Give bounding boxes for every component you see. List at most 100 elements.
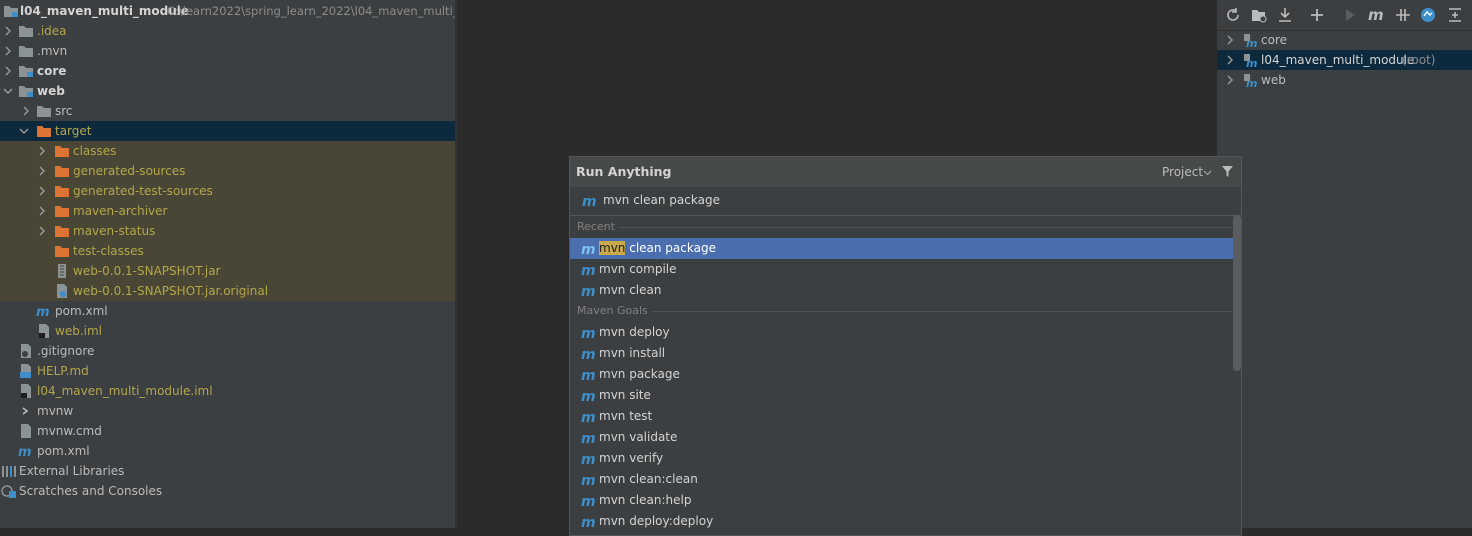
tree-row-maven-archiver[interactable]: maven-archiver: [0, 201, 455, 221]
generate-sources-icon[interactable]: [1250, 6, 1268, 24]
run-item[interactable]: m mvn compile: [570, 259, 1233, 280]
tree-item-label: Scratches and Consoles: [19, 484, 163, 498]
tree-item-label: maven-archiver: [73, 204, 168, 218]
tree-row-src[interactable]: src: [0, 101, 455, 121]
folder-icon: [19, 26, 33, 37]
tree-row-classes[interactable]: classes: [0, 141, 455, 161]
svg-text:m: m: [581, 326, 596, 341]
run-item[interactable]: m mvn validate: [570, 427, 1233, 448]
tree-row-mvnw[interactable]: mvnw: [0, 401, 455, 421]
run-anything-scrollbar[interactable]: [1233, 215, 1241, 371]
tree-row-scratches[interactable]: Scratches and Consoles: [0, 481, 455, 501]
tree-row-gitignore[interactable]: .gitignore: [0, 341, 455, 361]
maven-icon: m: [581, 410, 596, 425]
run-item-label: mvn deploy: [599, 325, 670, 339]
run-anything-input[interactable]: mvn clean package: [603, 193, 720, 207]
chevron-right-icon[interactable]: [37, 206, 47, 216]
tree-row-core[interactable]: core: [0, 61, 455, 81]
chevron-down-icon[interactable]: [1203, 170, 1212, 176]
maven-project-root[interactable]: m l04_maven_multi_module (root): [1217, 50, 1472, 70]
download-icon[interactable]: [1276, 6, 1294, 24]
run-item[interactable]: m mvn clean: [570, 280, 1233, 301]
run-icon[interactable]: [1341, 6, 1359, 24]
tree-row-external-libraries[interactable]: External Libraries: [0, 461, 455, 481]
run-item[interactable]: m mvn test: [570, 406, 1233, 427]
tree-row-web[interactable]: web: [0, 81, 455, 101]
run-item[interactable]: m mvn verify: [570, 448, 1233, 469]
run-item[interactable]: m mvn deploy:deploy: [570, 511, 1233, 532]
svg-text:m: m: [1246, 37, 1257, 48]
tree-row-target[interactable]: target: [0, 121, 455, 141]
tree-row-root-pom[interactable]: m pom.xml: [0, 441, 455, 461]
run-item[interactable]: m mvn deploy: [570, 322, 1233, 343]
tree-row-help-md[interactable]: HELP.md: [0, 361, 455, 381]
maven-icon: m: [581, 326, 596, 341]
chevron-right-icon[interactable]: [37, 166, 47, 176]
tree-row-web-iml[interactable]: web.iml: [0, 321, 455, 341]
module-folder-icon: [19, 66, 33, 77]
tree-row-mvn[interactable]: .mvn: [0, 41, 455, 61]
add-icon[interactable]: [1308, 6, 1326, 24]
maven-goal-icon[interactable]: m: [1368, 6, 1386, 24]
run-item-label: mvn install: [599, 346, 666, 360]
tree-item-label: mvnw: [37, 404, 74, 418]
excluded-folder-icon: [37, 126, 51, 137]
maven-icon: m: [581, 263, 596, 278]
project-root-path: C:\learn2022\spring_learn_2022\l04_maven…: [167, 4, 455, 18]
chevron-right-icon[interactable]: [3, 26, 13, 36]
tree-row-idea[interactable]: .idea: [0, 21, 455, 41]
tree-row-root-iml[interactable]: l04_maven_multi_module.iml: [0, 381, 455, 401]
maven-root-tag: (root): [1402, 53, 1436, 67]
chevron-right-icon[interactable]: [37, 146, 47, 156]
run-item[interactable]: m mvn package: [570, 364, 1233, 385]
tree-row-mvnw-cmd[interactable]: mvnw.cmd: [0, 421, 455, 441]
maven-icon: m: [581, 452, 596, 467]
maven-project-web[interactable]: m web: [1217, 70, 1472, 90]
run-item[interactable]: m mvn clean:help: [570, 490, 1233, 511]
scope-dropdown[interactable]: Project: [1162, 165, 1203, 179]
maven-icon: m: [581, 368, 596, 383]
chevron-right-icon[interactable]: [37, 226, 47, 236]
chevron-right-icon[interactable]: [1225, 75, 1235, 85]
chevron-down-icon[interactable]: [19, 126, 29, 136]
chevron-down-icon[interactable]: [3, 86, 13, 96]
tree-row-test-classes[interactable]: test-classes: [0, 241, 455, 261]
tree-row-web-pom[interactable]: m pom.xml: [0, 301, 455, 321]
maven-toolbar: m: [1217, 0, 1472, 31]
run-item-selected[interactable]: m mvn clean package: [570, 238, 1233, 259]
chevron-right-icon[interactable]: [37, 186, 47, 196]
tree-row-jar[interactable]: web-0.0.1-SNAPSHOT.jar: [0, 261, 455, 281]
svg-text:m: m: [581, 410, 596, 425]
svg-text:m: m: [18, 445, 32, 459]
excluded-folder-icon: [55, 146, 69, 157]
iml-file-icon: [39, 324, 49, 338]
tree-row-root[interactable]: l04_maven_multi_module C:\learn2022\spri…: [0, 1, 455, 21]
tree-row-maven-status[interactable]: maven-status: [0, 221, 455, 241]
chevron-right-icon[interactable]: [1225, 55, 1235, 65]
collapse-all-icon[interactable]: [1446, 6, 1464, 24]
tree-row-generated-test-sources[interactable]: generated-test-sources: [0, 181, 455, 201]
run-item-label: mvn compile: [599, 262, 677, 276]
chevron-right-icon[interactable]: [3, 66, 13, 76]
run-item[interactable]: m mvn site: [570, 385, 1233, 406]
toggle-offline-icon[interactable]: [1394, 6, 1412, 24]
filter-icon[interactable]: [1221, 165, 1234, 178]
panel-divider[interactable]: [455, 0, 457, 528]
svg-text:m: m: [581, 368, 596, 383]
tree-item-label: classes: [73, 144, 117, 158]
run-item[interactable]: m mvn install: [570, 343, 1233, 364]
shell-script-icon: [21, 406, 32, 416]
tree-row-generated-sources[interactable]: generated-sources: [0, 161, 455, 181]
tree-item-label: web-0.0.1-SNAPSHOT.jar.original: [73, 284, 269, 298]
tree-row-jar-original[interactable]: web-0.0.1-SNAPSHOT.jar.original: [0, 281, 455, 301]
chevron-right-icon[interactable]: [21, 106, 31, 116]
chevron-right-icon[interactable]: [1225, 35, 1235, 45]
run-anything-input-row[interactable]: m mvn clean package: [570, 187, 1241, 216]
run-item[interactable]: m mvn clean:clean: [570, 469, 1233, 490]
maven-project-core[interactable]: m core: [1217, 30, 1472, 50]
show-dependencies-icon[interactable]: [1419, 6, 1437, 24]
reload-icon[interactable]: [1224, 6, 1242, 24]
gitignore-file-icon: [21, 344, 31, 358]
tree-item-label: test-classes: [73, 244, 144, 258]
chevron-right-icon[interactable]: [3, 46, 13, 56]
